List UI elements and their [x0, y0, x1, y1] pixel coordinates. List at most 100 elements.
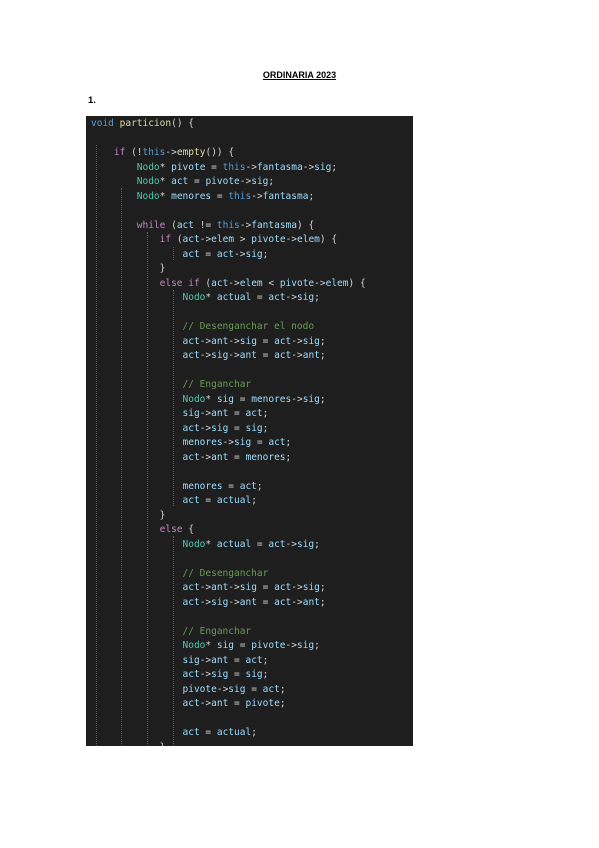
code-token: ; [319, 582, 326, 593]
code-line: } [91, 262, 366, 277]
code-token: -> [245, 161, 257, 173]
code-token: pivote [251, 640, 286, 651]
code-token: -> [291, 582, 303, 593]
code-line: act = act->sig; [91, 248, 366, 263]
code-token: fantasma [256, 161, 303, 173]
code-token: * [159, 161, 172, 173]
code-token: * [159, 190, 172, 202]
code-token: -> [228, 335, 240, 347]
code-token: ; [314, 640, 320, 651]
code-token: pivote [279, 277, 315, 289]
code-token: ; [262, 248, 269, 260]
code-token: if [113, 147, 126, 158]
code-token: ( [199, 277, 212, 289]
code-token: > [234, 234, 252, 245]
code-token: sig [251, 176, 269, 187]
code-token: elem [297, 234, 320, 245]
code-line: } [91, 509, 366, 524]
code-token: = [234, 393, 252, 405]
code-token: = [228, 698, 246, 709]
code-token: menores [182, 480, 223, 492]
code-token: ; [285, 437, 292, 448]
code-token: = [199, 727, 217, 738]
code-token: sig [211, 350, 229, 361]
code-token: = [228, 451, 246, 463]
code-token: sig [302, 393, 320, 405]
code-token: act [182, 350, 200, 361]
code-token: act [274, 350, 292, 361]
code-token: -> [199, 596, 212, 608]
code-line: act = actual; [91, 726, 366, 741]
code-token: ) { [319, 234, 338, 245]
code-token: act [182, 582, 200, 593]
code-line: sig->ant = act; [91, 407, 366, 422]
code-line: Nodo* menores = this->fantasma; [91, 190, 366, 205]
code-token: // Enganchar [182, 379, 252, 390]
code-token: actual [216, 538, 252, 550]
code-token: menores [245, 451, 286, 463]
code-token: act [274, 335, 292, 347]
code-token: = [251, 437, 269, 448]
code-token: -> [285, 538, 297, 550]
code-token: -> [239, 176, 252, 187]
code-token: = [256, 335, 275, 347]
code-token: sig [182, 654, 200, 666]
code-token: ; [285, 451, 292, 463]
code-token: -> [228, 596, 240, 608]
code-token: pivote [251, 234, 286, 245]
code-token: ) { [297, 219, 315, 231]
code-token: ; [314, 538, 320, 550]
code-line: else if (act->elem < pivote->elem) { [91, 277, 366, 292]
document-title: ORDINARIA 2023 [262, 70, 337, 80]
code-token: act [182, 248, 200, 260]
code-token: act [274, 582, 292, 593]
code-token: sig [211, 422, 229, 434]
code-token: = [228, 669, 246, 680]
code-token: = [256, 350, 275, 361]
code-token: = [256, 596, 275, 608]
code-token: pivote [245, 698, 280, 709]
code-token: < [262, 277, 280, 289]
code-token: fantasma [262, 190, 309, 202]
code-token: act [182, 335, 200, 347]
code-token: menores [171, 190, 212, 202]
code-token: -> [285, 640, 297, 651]
code-line: pivote->sig = act; [91, 683, 366, 698]
code-token: -> [251, 190, 263, 202]
code-token: ; [319, 350, 326, 361]
code-token: ; [262, 669, 269, 680]
code-token: -> [291, 596, 303, 608]
code-token: ant [211, 451, 229, 463]
code-token: sig [216, 393, 235, 405]
code-token: = [228, 408, 246, 419]
code-token: -> [239, 219, 252, 231]
code-token: this [228, 190, 252, 202]
code-line: if (act->elem > pivote->elem) { [91, 233, 366, 248]
code-token: ; [262, 408, 269, 419]
code-line: void particion() { [91, 117, 366, 132]
code-token: fantasma [251, 219, 297, 231]
code-token: // Desenganchar el nodo [182, 321, 315, 332]
code-token: actual [216, 292, 252, 303]
